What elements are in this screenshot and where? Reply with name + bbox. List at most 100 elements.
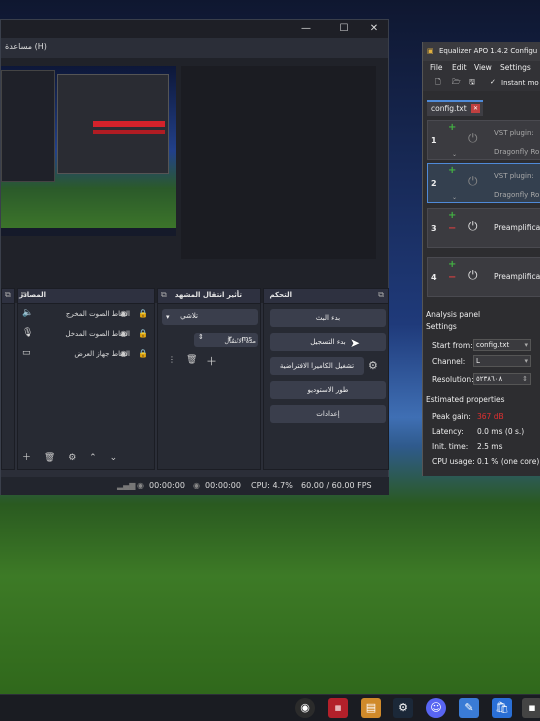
equalizer-apo-window: ▣ Equalizer APO 1.4.2 Configu File Edit … bbox=[422, 42, 540, 476]
close-button[interactable]: ✕ bbox=[359, 20, 389, 38]
studio-mode-button[interactable]: طور الاستوديو bbox=[270, 381, 386, 399]
stream-time: 00:00:00 bbox=[149, 481, 185, 490]
peak-gain-label: Peak gain: bbox=[432, 412, 471, 421]
start-recording-button[interactable]: بدء التسجيل bbox=[270, 333, 386, 351]
preview-empty-area bbox=[181, 66, 376, 259]
maximize-button[interactable]: ☐ bbox=[329, 20, 359, 38]
filter-row-selected[interactable]: 2 + ⏻ VST plugin: Dragonfly Ro ⌄ bbox=[427, 163, 540, 203]
filter-row[interactable]: 3 + − ⏻ Preamplificat bbox=[427, 208, 540, 248]
obs-icon[interactable]: ◉ bbox=[295, 698, 315, 718]
steam-icon[interactable]: ⚙ bbox=[393, 698, 413, 718]
controls-title: التحكم bbox=[269, 291, 293, 299]
app-icon[interactable]: ▪ bbox=[522, 698, 540, 718]
add-icon[interactable]: + bbox=[448, 165, 456, 176]
tab-config[interactable]: config.txt ✕ bbox=[427, 100, 483, 116]
gear-icon[interactable]: ⚙ bbox=[368, 359, 378, 372]
menu-help[interactable]: مساعدة (H) bbox=[5, 42, 47, 51]
dock-float-icon[interactable]: ⧉ bbox=[5, 290, 11, 300]
speaker-icon: 🔈 bbox=[22, 308, 34, 318]
menu-file[interactable]: File bbox=[430, 63, 443, 72]
minimize-button[interactable]: — bbox=[291, 20, 321, 38]
power-icon[interactable]: ⏻ bbox=[468, 219, 478, 234]
monitor-icon: ▭ bbox=[22, 348, 31, 358]
eq-titlebar[interactable]: ▣ Equalizer APO 1.4.2 Configu bbox=[423, 42, 540, 61]
store-icon[interactable]: 🛍 bbox=[492, 698, 512, 718]
visibility-eye-icon[interactable]: ◉ bbox=[120, 309, 127, 318]
add-icon[interactable]: + bbox=[448, 122, 456, 133]
notepad-icon[interactable]: ✎ bbox=[459, 698, 479, 718]
lock-icon[interactable]: 🔒 bbox=[138, 349, 148, 358]
expand-icon[interactable]: ⌄ bbox=[452, 194, 457, 201]
visibility-eye-icon[interactable]: ◉ bbox=[120, 349, 127, 358]
game-icon[interactable]: ▦ bbox=[328, 698, 348, 718]
chevron-down-icon: ▾ bbox=[524, 357, 528, 365]
trash-icon[interactable]: 🗑 bbox=[44, 453, 55, 463]
fps-readout: 60.00 / 60.00 FPS bbox=[301, 481, 372, 490]
transition-selected: تلاشي bbox=[180, 312, 198, 320]
power-icon[interactable]: ⏻ bbox=[468, 268, 478, 283]
menu-view[interactable]: View bbox=[474, 63, 492, 72]
source-item[interactable]: 🎙 التقاط الصوت المدخل ◉ 🔒 bbox=[20, 327, 170, 343]
open-file-icon[interactable]: 🗁 bbox=[452, 78, 461, 89]
remove-icon[interactable]: − bbox=[448, 223, 456, 234]
expand-icon[interactable]: ⌄ bbox=[452, 151, 457, 158]
add-icon[interactable]: ＋ bbox=[22, 453, 31, 463]
add-icon[interactable]: ＋ bbox=[206, 353, 217, 369]
tab-label: config.txt bbox=[431, 104, 467, 113]
stepper-arrows-icon: ⇕ bbox=[522, 375, 528, 383]
visibility-eye-icon[interactable]: ◉ bbox=[120, 329, 127, 338]
estimated-properties-title: Estimated properties bbox=[426, 395, 505, 404]
trash-icon[interactable]: 🗑 bbox=[186, 355, 197, 365]
filter-row[interactable]: 1 + ⏻ VST plugin: Dragonfly Ro ⌄ bbox=[427, 120, 540, 160]
init-time-label: Init. time: bbox=[432, 442, 469, 451]
checkbox-checked-icon[interactable]: ✓ bbox=[490, 78, 496, 86]
lock-icon[interactable]: 🔒 bbox=[138, 329, 148, 338]
move-up-icon[interactable]: ⌃ bbox=[89, 453, 97, 463]
resolution-stepper[interactable]: ٥٢٣٨٦٠٨ ⇕ bbox=[473, 373, 531, 385]
new-file-icon[interactable]: 🗋 bbox=[435, 78, 441, 89]
files-icon[interactable]: ▤ bbox=[361, 698, 381, 718]
sources-dock: ⧉ المصادر 🔈 التقاط الصوت المخرج ◉ 🔒 🎙 ال… bbox=[17, 288, 155, 470]
more-icon[interactable]: ⋮ bbox=[168, 355, 176, 364]
microphone-icon: 🎙 bbox=[22, 328, 34, 338]
menu-settings[interactable]: Settings bbox=[500, 63, 531, 72]
channel-select[interactable]: L ▾ bbox=[473, 355, 531, 367]
dock-float-icon[interactable]: ⧉ bbox=[378, 290, 384, 300]
transitions-title: تأثير انتقال المشهد bbox=[174, 291, 242, 299]
start-from-select[interactable]: config.txt ▾ bbox=[473, 339, 531, 351]
settings-button[interactable]: إعدادات bbox=[270, 405, 386, 423]
instant-mode-label: Instant mo bbox=[501, 79, 539, 87]
peak-gain-value: 367 dB bbox=[477, 412, 504, 421]
discord-icon[interactable]: ☺ bbox=[426, 698, 446, 718]
menu-edit[interactable]: Edit bbox=[452, 63, 467, 72]
stream-status-icon: ◉ bbox=[137, 481, 144, 490]
start-streaming-button[interactable]: بدء البث bbox=[270, 309, 386, 327]
power-icon[interactable]: ⏻ bbox=[468, 131, 478, 146]
filter-row[interactable]: 4 + − ⏻ Preamplificat bbox=[427, 257, 540, 297]
eq-title: Equalizer APO 1.4.2 Configu bbox=[439, 47, 538, 55]
transition-select[interactable]: ▾ تلاشي bbox=[162, 309, 258, 325]
controls-dock: ⧉ التحكم بدء البث بدء التسجيل تشغيل الكا… bbox=[263, 288, 389, 470]
power-icon[interactable]: ⏻ bbox=[468, 174, 478, 189]
dock-float-icon[interactable]: ⧉ bbox=[161, 290, 167, 300]
sources-toolbar: ＋ 🗑 ⚙ ⌃ ⌄ bbox=[22, 450, 127, 463]
preview-canvas[interactable] bbox=[1, 66, 176, 236]
signal-icon: ▂▄▆ bbox=[117, 481, 136, 490]
add-icon[interactable]: + bbox=[448, 259, 456, 270]
add-icon[interactable]: + bbox=[448, 210, 456, 221]
gear-icon[interactable]: ⚙ bbox=[68, 453, 76, 463]
obs-titlebar[interactable]: — ☐ ✕ bbox=[1, 20, 388, 38]
row-number: 2 bbox=[431, 179, 437, 188]
move-down-icon[interactable]: ⌄ bbox=[110, 453, 118, 463]
lock-icon[interactable]: 🔒 bbox=[138, 309, 148, 318]
close-tab-icon[interactable]: ✕ bbox=[471, 104, 480, 113]
dock-header: ⧉ التحكم bbox=[264, 289, 388, 304]
dock-header: ⧉ bbox=[2, 289, 14, 304]
record-status-icon: ◉ bbox=[193, 481, 200, 490]
source-item[interactable]: 🔈 التقاط الصوت المخرج ◉ 🔒 bbox=[20, 307, 170, 323]
source-item[interactable]: ▭ التقاط جهاز العرض ◉ 🔒 bbox=[20, 347, 170, 363]
stepper-arrows-icon: ⇕ bbox=[198, 333, 204, 341]
remove-icon[interactable]: − bbox=[448, 272, 456, 283]
start-virtual-camera-button[interactable]: تشغيل الكاميرا الافتراضية bbox=[270, 357, 364, 375]
save-file-icon[interactable]: 🖫 bbox=[469, 78, 475, 89]
